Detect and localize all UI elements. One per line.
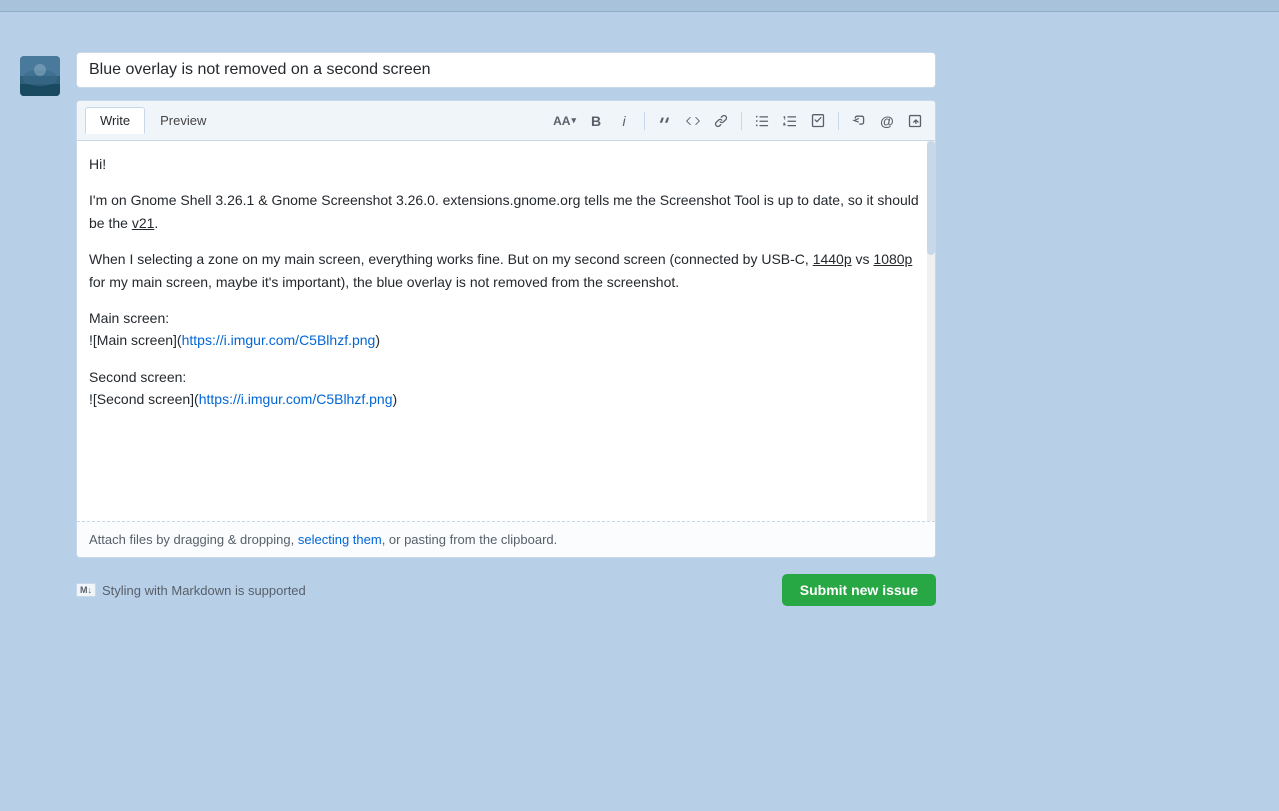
markdown-hint: M↓ Styling with Markdown is supported (76, 583, 306, 598)
main-content: Write Preview AA ▾ B i (0, 12, 1279, 630)
editor-body[interactable]: Hi! I'm on Gnome Shell 3.26.1 & Gnome Sc… (77, 141, 935, 521)
form-column: Write Preview AA ▾ B i (76, 52, 936, 610)
markdown-icon: M↓ (76, 583, 96, 597)
scrollbar-track[interactable] (927, 141, 935, 521)
toolbar-divider-3 (838, 112, 839, 130)
page-wrapper: Write Preview AA ▾ B i (0, 0, 1279, 811)
undo-button[interactable] (847, 109, 871, 133)
editor-container: Write Preview AA ▾ B i (76, 100, 936, 558)
editor-toolbar: Write Preview AA ▾ B i (77, 101, 935, 141)
tab-write[interactable]: Write (85, 107, 145, 134)
unordered-list-button[interactable] (750, 109, 774, 133)
link-button[interactable] (709, 109, 733, 133)
task-list-button[interactable] (806, 109, 830, 133)
toolbar-divider-1 (644, 112, 645, 130)
attach-text-after: , or pasting from the clipboard. (382, 532, 558, 547)
tab-preview[interactable]: Preview (145, 107, 221, 134)
font-size-button[interactable]: AA ▾ (549, 109, 580, 133)
mention-button[interactable]: @ (875, 109, 899, 133)
scrollbar-thumb[interactable] (927, 141, 935, 255)
top-bar (0, 0, 1279, 12)
chevron-down-icon: ▾ (571, 115, 576, 126)
toolbar-divider-2 (741, 112, 742, 130)
form-footer: M↓ Styling with Markdown is supported Su… (76, 570, 936, 610)
code-button[interactable] (681, 109, 705, 133)
attach-link[interactable]: selecting them (298, 532, 382, 547)
toolbar-icons: AA ▾ B i (549, 109, 927, 133)
submit-issue-button[interactable]: Submit new issue (782, 574, 936, 606)
tab-group: Write Preview (85, 107, 221, 134)
bold-button[interactable]: B (584, 109, 608, 133)
editor-scroll-wrapper: Hi! I'm on Gnome Shell 3.26.1 & Gnome Sc… (77, 141, 935, 521)
markdown-label: Styling with Markdown is supported (102, 583, 306, 598)
attach-text-before: Attach files by dragging & dropping, (89, 532, 298, 547)
issue-title-input[interactable] (76, 52, 936, 88)
ordered-list-button[interactable] (778, 109, 802, 133)
quote-button[interactable] (653, 109, 677, 133)
avatar (20, 56, 60, 96)
avatar-column (20, 52, 60, 96)
reference-button[interactable] (903, 109, 927, 133)
italic-button[interactable]: i (612, 109, 636, 133)
attach-area: Attach files by dragging & dropping, sel… (77, 521, 935, 557)
